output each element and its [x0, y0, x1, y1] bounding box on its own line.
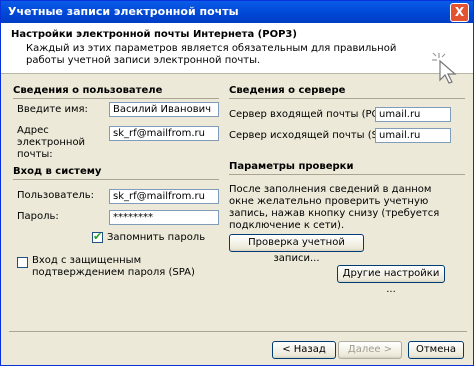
divider [13, 179, 219, 180]
divider [229, 98, 465, 99]
server-info-heading: Сведения о сервере [229, 85, 346, 96]
spa-checkbox[interactable] [17, 257, 28, 268]
next-button[interactable]: Далее > [338, 341, 402, 359]
incoming-server-input[interactable]: umail.ru [375, 107, 451, 122]
divider [229, 174, 465, 175]
header-title: Настройки электронной почты Интернета (P… [11, 29, 297, 40]
remember-password-checkbox[interactable]: ✔ [92, 230, 103, 243]
checkmark-icon: ✔ [93, 230, 103, 243]
name-input[interactable]: Василий Иванович [109, 102, 219, 117]
user-input[interactable]: sk_rf@mailfrom.ru [109, 189, 219, 204]
cancel-button[interactable]: Отмена [408, 341, 464, 359]
close-button[interactable]: X [450, 3, 469, 22]
password-label: Пароль: [17, 211, 59, 222]
test-settings-heading: Параметры проверки [229, 161, 354, 172]
email-label: Адрес электронной почты: [17, 125, 86, 160]
remember-password-label: Запомнить пароль [107, 232, 206, 243]
email-input[interactable]: sk_rf@mailfrom.ru [109, 126, 219, 141]
password-input[interactable]: ******** [109, 210, 219, 225]
incoming-server-label: Сервер входящей почты (POP3): [229, 109, 400, 120]
test-description: После заполнения сведений в данном окне … [229, 184, 440, 231]
more-settings-button[interactable]: Другие настройки ... [337, 265, 445, 295]
footer-divider [9, 331, 467, 332]
title-bar[interactable]: Учетные записи электронной почты X [1, 1, 473, 23]
header-description: Каждый из этих параметров является обяза… [26, 43, 397, 66]
divider [13, 98, 219, 99]
cursor-click-icon [432, 52, 457, 84]
outgoing-server-input[interactable]: umail.ru [375, 128, 451, 143]
back-button[interactable]: < Назад [272, 341, 336, 359]
logon-heading: Вход в систему [13, 166, 102, 177]
user-info-heading: Сведения о пользователе [13, 85, 163, 96]
name-label: Введите имя: [17, 104, 88, 115]
user-label: Пользователь: [17, 190, 95, 201]
test-account-button[interactable]: Проверка учетной записи... [229, 234, 364, 264]
spa-label: Вход с защищенным подтверждением пароля … [32, 255, 195, 278]
header-panel: Настройки электронной почты Интернета (P… [1, 23, 473, 84]
window-title: Учетные записи электронной почты [8, 5, 239, 18]
account-settings-window: Учетные записи электронной почты X Настр… [0, 0, 474, 366]
